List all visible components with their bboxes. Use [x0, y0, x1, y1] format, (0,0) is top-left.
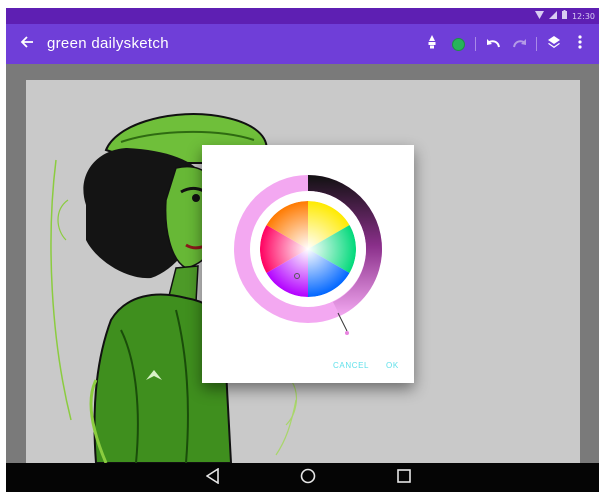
layers-button[interactable] — [541, 30, 567, 58]
layers-icon — [547, 35, 561, 54]
battery-icon — [561, 10, 567, 22]
status-bar: 12:30 — [6, 8, 599, 24]
status-time: 12:30 — [571, 11, 595, 21]
navigation-bar — [6, 463, 599, 492]
color-button[interactable] — [445, 30, 471, 58]
more-vertical-icon — [578, 34, 582, 54]
nav-home-button[interactable] — [299, 468, 317, 489]
redo-icon — [512, 35, 527, 53]
toolbar-actions — [419, 30, 593, 58]
brush-button[interactable] — [419, 30, 445, 58]
wifi-icon — [534, 10, 544, 22]
redo-button[interactable] — [506, 30, 532, 58]
arrow-left-icon — [20, 35, 34, 54]
nav-home-icon — [300, 468, 316, 489]
nav-recents-icon — [397, 468, 411, 488]
undo-button[interactable] — [480, 30, 506, 58]
current-color-swatch — [451, 37, 465, 51]
more-button[interactable] — [567, 30, 593, 58]
toolbar-divider — [536, 37, 537, 51]
back-button[interactable] — [14, 31, 40, 57]
color-picker-dialog: CANCEL OK — [202, 145, 414, 383]
nav-recents-button[interactable] — [395, 468, 413, 488]
signal-icon — [548, 10, 557, 22]
status-icons: 12:30 — [534, 9, 595, 23]
color-wheel-graphic — [234, 175, 383, 335]
color-wheel-container — [225, 159, 391, 345]
nav-back-button[interactable] — [204, 467, 222, 489]
app-bar: green dailysketch — [6, 24, 599, 64]
undo-icon — [486, 35, 501, 53]
cancel-button[interactable]: CANCEL — [333, 361, 369, 370]
brush-icon — [427, 34, 437, 54]
toolbar-divider — [475, 37, 476, 51]
nav-back-icon — [205, 467, 220, 489]
page-title: green dailysketch — [47, 35, 169, 52]
ok-button[interactable]: OK — [386, 361, 399, 370]
